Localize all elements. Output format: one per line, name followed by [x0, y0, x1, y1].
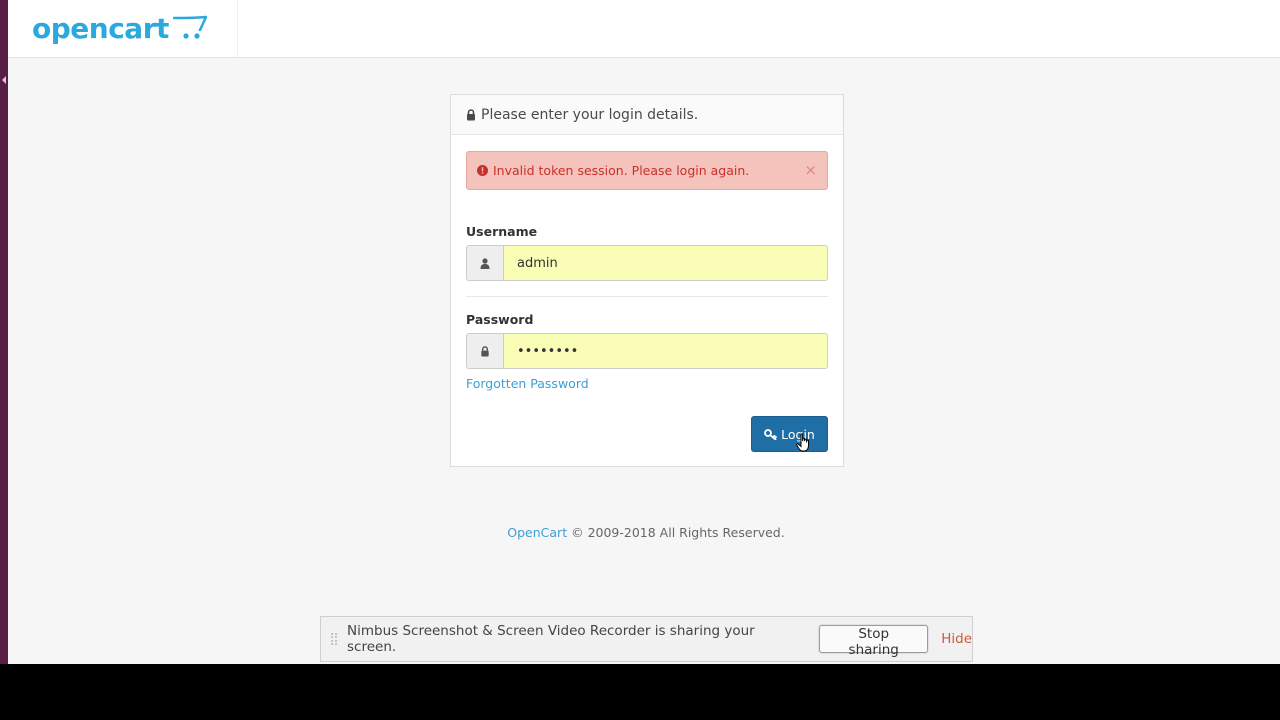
hide-link[interactable]: Hide [941, 631, 972, 647]
footer: OpenCart © 2009-2018 All Rights Reserved… [8, 525, 1280, 540]
password-label: Password [466, 312, 534, 327]
divider [466, 296, 828, 297]
footer-copyright: © 2009-2018 All Rights Reserved. [571, 525, 785, 540]
stop-sharing-button[interactable]: Stop sharing [819, 625, 929, 658]
panel-heading: Please enter your login details. [451, 95, 843, 135]
panel-heading-text: Please enter your login details. [481, 106, 699, 123]
username-label: Username [466, 224, 538, 239]
opencart-logo[interactable]: opencart [32, 10, 207, 46]
page: opencart Please enter your login details… [8, 0, 1280, 664]
screen-share-bar: Nimbus Screenshot & Screen Video Recorde… [320, 616, 973, 662]
desktop-edge [0, 0, 8, 664]
login-panel: Please enter your login details. Invalid… [450, 94, 844, 467]
header: opencart [8, 0, 1280, 58]
user-icon [466, 245, 503, 281]
lock-icon [466, 333, 503, 369]
alert-close-button[interactable]: × [804, 161, 817, 179]
exclamation-circle-icon [477, 165, 488, 176]
collapse-arrow-icon[interactable] [2, 76, 6, 84]
logo-text: opencart [32, 11, 169, 45]
cart-icon [172, 15, 207, 39]
username-input[interactable] [503, 245, 828, 281]
share-message: Nimbus Screenshot & Screen Video Recorde… [347, 623, 755, 655]
forgotten-password-link[interactable]: Forgotten Password [466, 376, 589, 391]
letterbox-bar [0, 664, 1280, 720]
hand-cursor-icon [796, 433, 809, 452]
drag-handle-icon[interactable] [331, 633, 337, 645]
password-group [466, 333, 828, 369]
password-input[interactable] [503, 333, 828, 369]
error-alert: Invalid token session. Please login agai… [466, 151, 828, 190]
logo-cell: opencart [8, 0, 238, 57]
login-button[interactable]: Login [751, 416, 828, 452]
alert-message: Invalid token session. Please login agai… [493, 163, 750, 178]
username-group [466, 245, 828, 281]
footer-opencart-link[interactable]: OpenCart [507, 525, 567, 540]
key-icon [764, 428, 778, 440]
lock-icon [466, 108, 476, 121]
